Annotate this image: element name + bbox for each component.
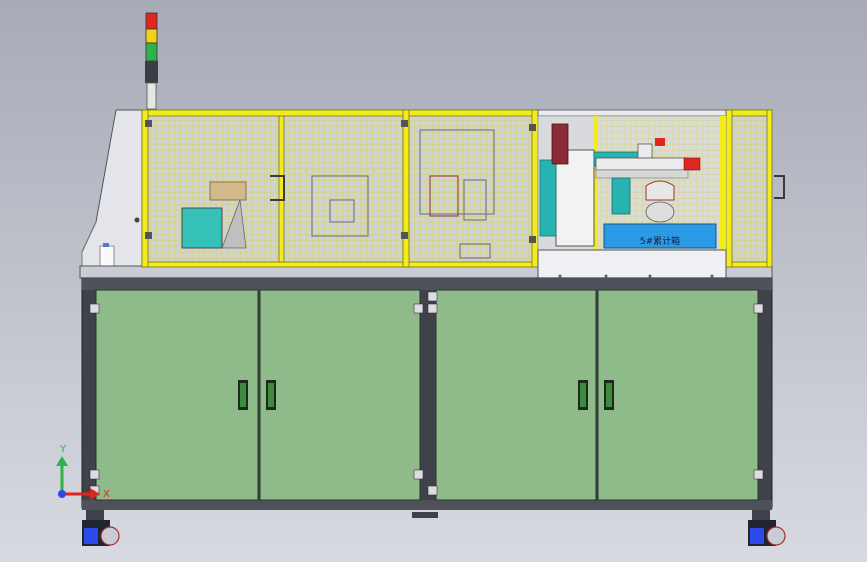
signal-light-yellow: [145, 28, 158, 44]
cad-viewport[interactable]: 5#累计箱 Y X: [0, 0, 867, 562]
cabinet-door-1[interactable]: [95, 289, 259, 501]
signal-light-red: [145, 12, 158, 30]
z-axis-icon: [58, 490, 66, 498]
cabinet-door-3[interactable]: [435, 289, 597, 501]
cabinet-door-2[interactable]: [259, 289, 421, 501]
signal-tower: [145, 12, 158, 110]
axis-y-label: Y: [59, 444, 67, 455]
axis-x-label: X: [103, 489, 110, 500]
tray-label: 5#累计箱: [640, 235, 680, 247]
cabinet-door-4[interactable]: [597, 289, 759, 501]
lower-cabinet: [81, 277, 773, 518]
signal-light-green: [145, 42, 158, 62]
open-station: 5#累计箱: [537, 109, 727, 281]
